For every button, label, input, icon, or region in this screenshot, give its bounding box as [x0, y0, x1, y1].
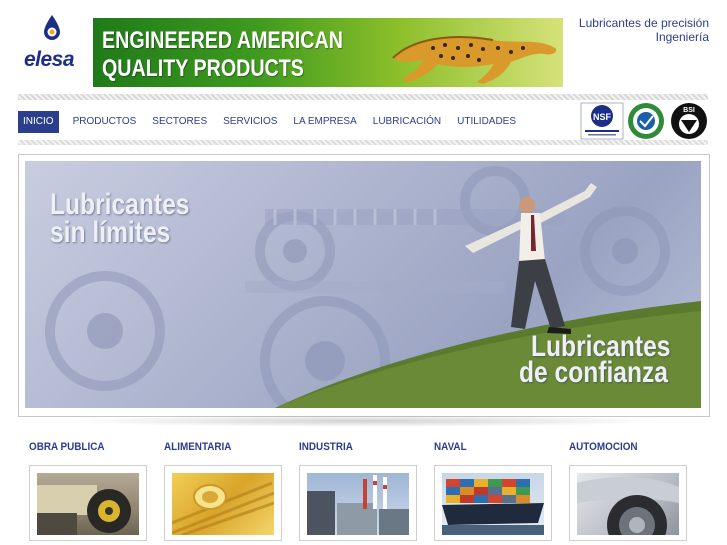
- logo-wordmark: elesa: [23, 48, 75, 71]
- header-divider: [18, 94, 708, 100]
- sector-thumbnail[interactable]: [29, 465, 147, 541]
- tagline-line-2: Ingeniería: [655, 30, 709, 44]
- oil-drop-icon: [44, 15, 60, 40]
- sector-title[interactable]: ALIMENTARIA: [164, 441, 270, 457]
- sector-thumbnail[interactable]: [434, 465, 552, 541]
- hero-text-1: Lubricantes: [50, 188, 190, 221]
- hero-banner: Lubricantes sin límites Lubricantes de c…: [25, 161, 701, 408]
- nav-item-lubricacion[interactable]: LUBRICACIÓN: [365, 111, 449, 133]
- nsf-cert-icon: NSF: [580, 102, 624, 140]
- nav-item-sectores[interactable]: SECTORES: [144, 111, 215, 133]
- header-tagline: Lubricantes de precisión Ingeniería: [579, 16, 709, 44]
- nav-item-la-empresa[interactable]: LA EMPRESA: [285, 111, 364, 133]
- nav-item-productos[interactable]: PRODUCTOS: [65, 111, 145, 133]
- automocion-image: [577, 473, 679, 535]
- sector-automocion[interactable]: AUTOMOCION: [569, 441, 687, 541]
- nav-item-servicios[interactable]: SERVICIOS: [215, 111, 285, 133]
- sector-naval[interactable]: NAVAL: [434, 441, 552, 541]
- naval-image: [442, 473, 544, 535]
- quality-cert-icon: [628, 103, 664, 139]
- hero-shadow: [60, 415, 670, 427]
- sector-alimentaria[interactable]: ALIMENTARIA: [164, 441, 282, 541]
- main-nav: INICIO PRODUCTOS SECTORES SERVICIOS LA E…: [18, 111, 524, 133]
- sector-obra-publica[interactable]: OBRA PUBLICA: [29, 441, 147, 541]
- sector-thumbnail[interactable]: [164, 465, 282, 541]
- alimentaria-image: [172, 473, 274, 535]
- hero-text-2: sin límites: [50, 216, 171, 249]
- sector-title[interactable]: AUTOMOCION: [569, 441, 675, 457]
- tagline-line-1: Lubricantes de precisión: [578, 16, 709, 30]
- bsi-label: BSI: [683, 107, 695, 114]
- banner-line-2: QUALITY PRODUCTS: [102, 55, 304, 82]
- nav-item-inicio[interactable]: INICIO: [18, 111, 59, 133]
- sector-title[interactable]: OBRA PUBLICA: [29, 441, 135, 457]
- elesa-logo[interactable]: elesa: [14, 14, 84, 74]
- businessman-figure: [465, 183, 597, 334]
- bsi-cert-icon: BSI: [671, 103, 707, 139]
- hero-text-4: de confianza: [519, 356, 668, 389]
- certification-logos: NSF BSI: [580, 102, 707, 140]
- sector-thumbnail[interactable]: [569, 465, 687, 541]
- obra-publica-image: [37, 473, 139, 535]
- nav-item-utilidades[interactable]: UTILIDADES: [449, 111, 524, 133]
- sector-thumbnail[interactable]: [299, 465, 417, 541]
- cheetah-illustration: [392, 36, 557, 84]
- industria-image: [307, 473, 409, 535]
- sector-industria[interactable]: INDUSTRIA: [299, 441, 417, 541]
- nav-divider: [18, 140, 708, 145]
- banner-line-1: ENGINEERED AMERICAN: [102, 27, 343, 54]
- header-banner: ENGINEERED AMERICAN QUALITY PRODUCTS: [93, 18, 563, 87]
- sector-title[interactable]: NAVAL: [434, 441, 540, 457]
- nsf-label: NSF: [593, 112, 612, 122]
- sector-title[interactable]: INDUSTRIA: [299, 441, 405, 457]
